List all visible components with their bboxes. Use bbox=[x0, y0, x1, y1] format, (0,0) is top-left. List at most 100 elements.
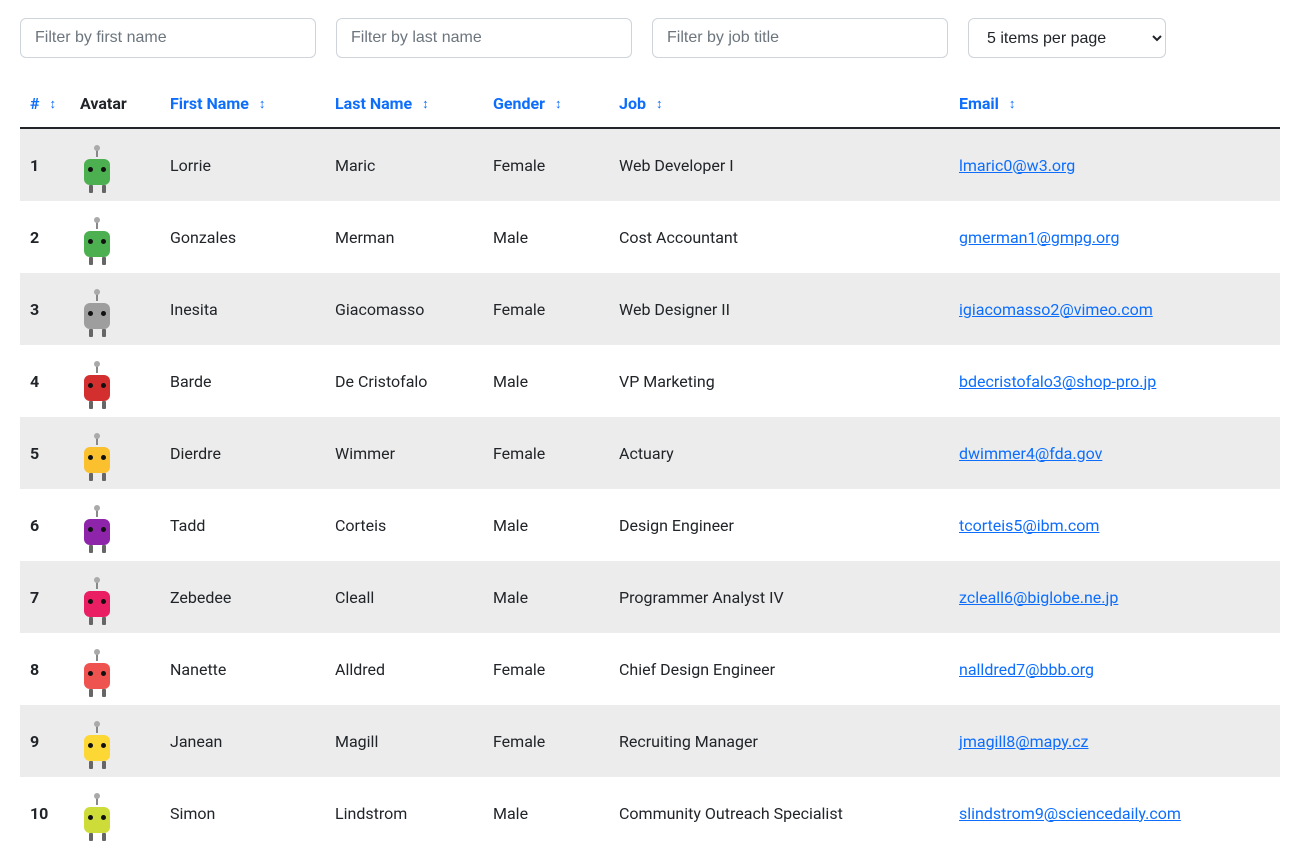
cell-first-name: Janean bbox=[160, 705, 325, 777]
table-row: 9JaneanMagillFemaleRecruiting Managerjma… bbox=[20, 705, 1280, 777]
avatar bbox=[80, 577, 114, 617]
avatar bbox=[80, 721, 114, 761]
col-header-email[interactable]: Email ↕ bbox=[949, 82, 1280, 128]
col-header-first-name[interactable]: First Name ↕ bbox=[160, 82, 325, 128]
cell-id: 2 bbox=[20, 201, 70, 273]
cell-email: dwimmer4@fda.gov bbox=[949, 417, 1280, 489]
cell-last-name: Magill bbox=[325, 705, 483, 777]
robot-icon bbox=[84, 231, 110, 257]
cell-job: Web Designer II bbox=[609, 273, 949, 345]
cell-id: 8 bbox=[20, 633, 70, 705]
col-header-job-label: Job bbox=[619, 94, 646, 113]
col-header-avatar: Avatar bbox=[70, 82, 160, 128]
table-row: 3 InesitaGiacomassoFemaleWeb Designer II i… bbox=[20, 273, 1280, 345]
cell-last-name: Cleall bbox=[325, 561, 483, 633]
cell-gender: Female bbox=[483, 273, 609, 345]
cell-gender: Male bbox=[483, 345, 609, 417]
cell-first-name: Gonzales bbox=[160, 201, 325, 273]
avatar bbox=[80, 217, 114, 257]
robot-icon bbox=[84, 519, 110, 545]
cell-email: zcleall6@biglobe.ne.jp bbox=[949, 561, 1280, 633]
cell-avatar bbox=[70, 417, 160, 489]
email-link[interactable]: slindstrom9@sciencedaily.com bbox=[959, 804, 1181, 823]
table-row: 1LorrieMaricFemaleWeb Developer Ilmaric0… bbox=[20, 128, 1280, 201]
robot-icon bbox=[84, 735, 110, 761]
cell-avatar bbox=[70, 201, 160, 273]
cell-gender: Male bbox=[483, 561, 609, 633]
cell-first-name: Inesita bbox=[160, 273, 325, 345]
filter-bar: 5 items per page10 items per page25 item… bbox=[20, 18, 1280, 58]
cell-first-name: Lorrie bbox=[160, 128, 325, 201]
email-link[interactable]: jmagill8@mapy.cz bbox=[959, 732, 1088, 751]
robot-icon bbox=[84, 447, 110, 473]
filter-first-name-input[interactable] bbox=[20, 18, 316, 58]
robot-icon bbox=[84, 663, 110, 689]
cell-avatar bbox=[70, 633, 160, 705]
cell-id: 5 bbox=[20, 417, 70, 489]
filter-last-name-input[interactable] bbox=[336, 18, 632, 58]
email-link[interactable]: igiacomasso2@vimeo.com bbox=[959, 300, 1153, 319]
cell-email: bdecristofalo3@shop-pro.jp bbox=[949, 345, 1280, 417]
email-link[interactable]: bdecristofalo3@shop-pro.jp bbox=[959, 372, 1156, 391]
cell-email: jmagill8@mapy.cz bbox=[949, 705, 1280, 777]
col-header-job[interactable]: Job ↕ bbox=[609, 82, 949, 128]
cell-id: 10 bbox=[20, 777, 70, 849]
cell-avatar bbox=[70, 345, 160, 417]
col-header-first-name-label: First Name bbox=[170, 94, 249, 113]
email-link[interactable]: tcorteis5@ibm.com bbox=[959, 516, 1099, 535]
cell-gender: Male bbox=[483, 777, 609, 849]
avatar bbox=[80, 649, 114, 689]
cell-last-name: Giacomasso bbox=[325, 273, 483, 345]
cell-id: 7 bbox=[20, 561, 70, 633]
items-per-page-select[interactable]: 5 items per page10 items per page25 item… bbox=[968, 18, 1166, 58]
cell-gender: Male bbox=[483, 489, 609, 561]
cell-gender: Female bbox=[483, 633, 609, 705]
cell-last-name: Merman bbox=[325, 201, 483, 273]
col-header-id[interactable]: # ↕ bbox=[20, 82, 70, 128]
robot-icon bbox=[84, 807, 110, 833]
table-row: 8NanetteAlldredFemaleChief Design Engine… bbox=[20, 633, 1280, 705]
cell-email: gmerman1@gmpg.org bbox=[949, 201, 1280, 273]
cell-gender: Female bbox=[483, 128, 609, 201]
cell-job: Programmer Analyst IV bbox=[609, 561, 949, 633]
col-header-gender-label: Gender bbox=[493, 94, 545, 113]
table-row: 6TaddCorteisMaleDesign Engineertcorteis5… bbox=[20, 489, 1280, 561]
table-body: 1LorrieMaricFemaleWeb Developer Ilmaric0… bbox=[20, 128, 1280, 849]
cell-first-name: Zebedee bbox=[160, 561, 325, 633]
email-link[interactable]: dwimmer4@fda.gov bbox=[959, 444, 1102, 463]
cell-id: 6 bbox=[20, 489, 70, 561]
avatar bbox=[80, 145, 114, 185]
sort-icon: ↕ bbox=[656, 98, 663, 111]
cell-avatar bbox=[70, 273, 160, 345]
avatar bbox=[80, 505, 114, 545]
filter-job-title-input[interactable] bbox=[652, 18, 948, 58]
cell-job: Cost Accountant bbox=[609, 201, 949, 273]
avatar bbox=[80, 361, 114, 401]
cell-id: 4 bbox=[20, 345, 70, 417]
cell-job: Community Outreach Specialist bbox=[609, 777, 949, 849]
cell-id: 9 bbox=[20, 705, 70, 777]
robot-icon bbox=[84, 159, 110, 185]
cell-last-name: De Cristofalo bbox=[325, 345, 483, 417]
email-link[interactable]: nalldred7@bbb.org bbox=[959, 660, 1094, 679]
cell-id: 3 bbox=[20, 273, 70, 345]
robot-icon bbox=[84, 375, 110, 401]
cell-email: igiacomasso2@vimeo.com bbox=[949, 273, 1280, 345]
cell-last-name: Alldred bbox=[325, 633, 483, 705]
sort-icon: ↕ bbox=[259, 98, 266, 111]
cell-job: Actuary bbox=[609, 417, 949, 489]
avatar bbox=[80, 289, 114, 329]
cell-avatar bbox=[70, 128, 160, 201]
email-link[interactable]: lmaric0@w3.org bbox=[959, 156, 1075, 175]
robot-icon bbox=[84, 591, 110, 617]
col-header-id-label: # bbox=[30, 94, 39, 113]
col-header-avatar-label: Avatar bbox=[80, 94, 127, 113]
cell-last-name: Lindstrom bbox=[325, 777, 483, 849]
cell-job: Chief Design Engineer bbox=[609, 633, 949, 705]
robot-icon bbox=[84, 303, 110, 329]
email-link[interactable]: zcleall6@biglobe.ne.jp bbox=[959, 588, 1118, 607]
col-header-gender[interactable]: Gender ↕ bbox=[483, 82, 609, 128]
email-link[interactable]: gmerman1@gmpg.org bbox=[959, 228, 1119, 247]
table-row: 10SimonLindstromMaleCommunity Outreach S… bbox=[20, 777, 1280, 849]
col-header-last-name[interactable]: Last Name ↕ bbox=[325, 82, 483, 128]
